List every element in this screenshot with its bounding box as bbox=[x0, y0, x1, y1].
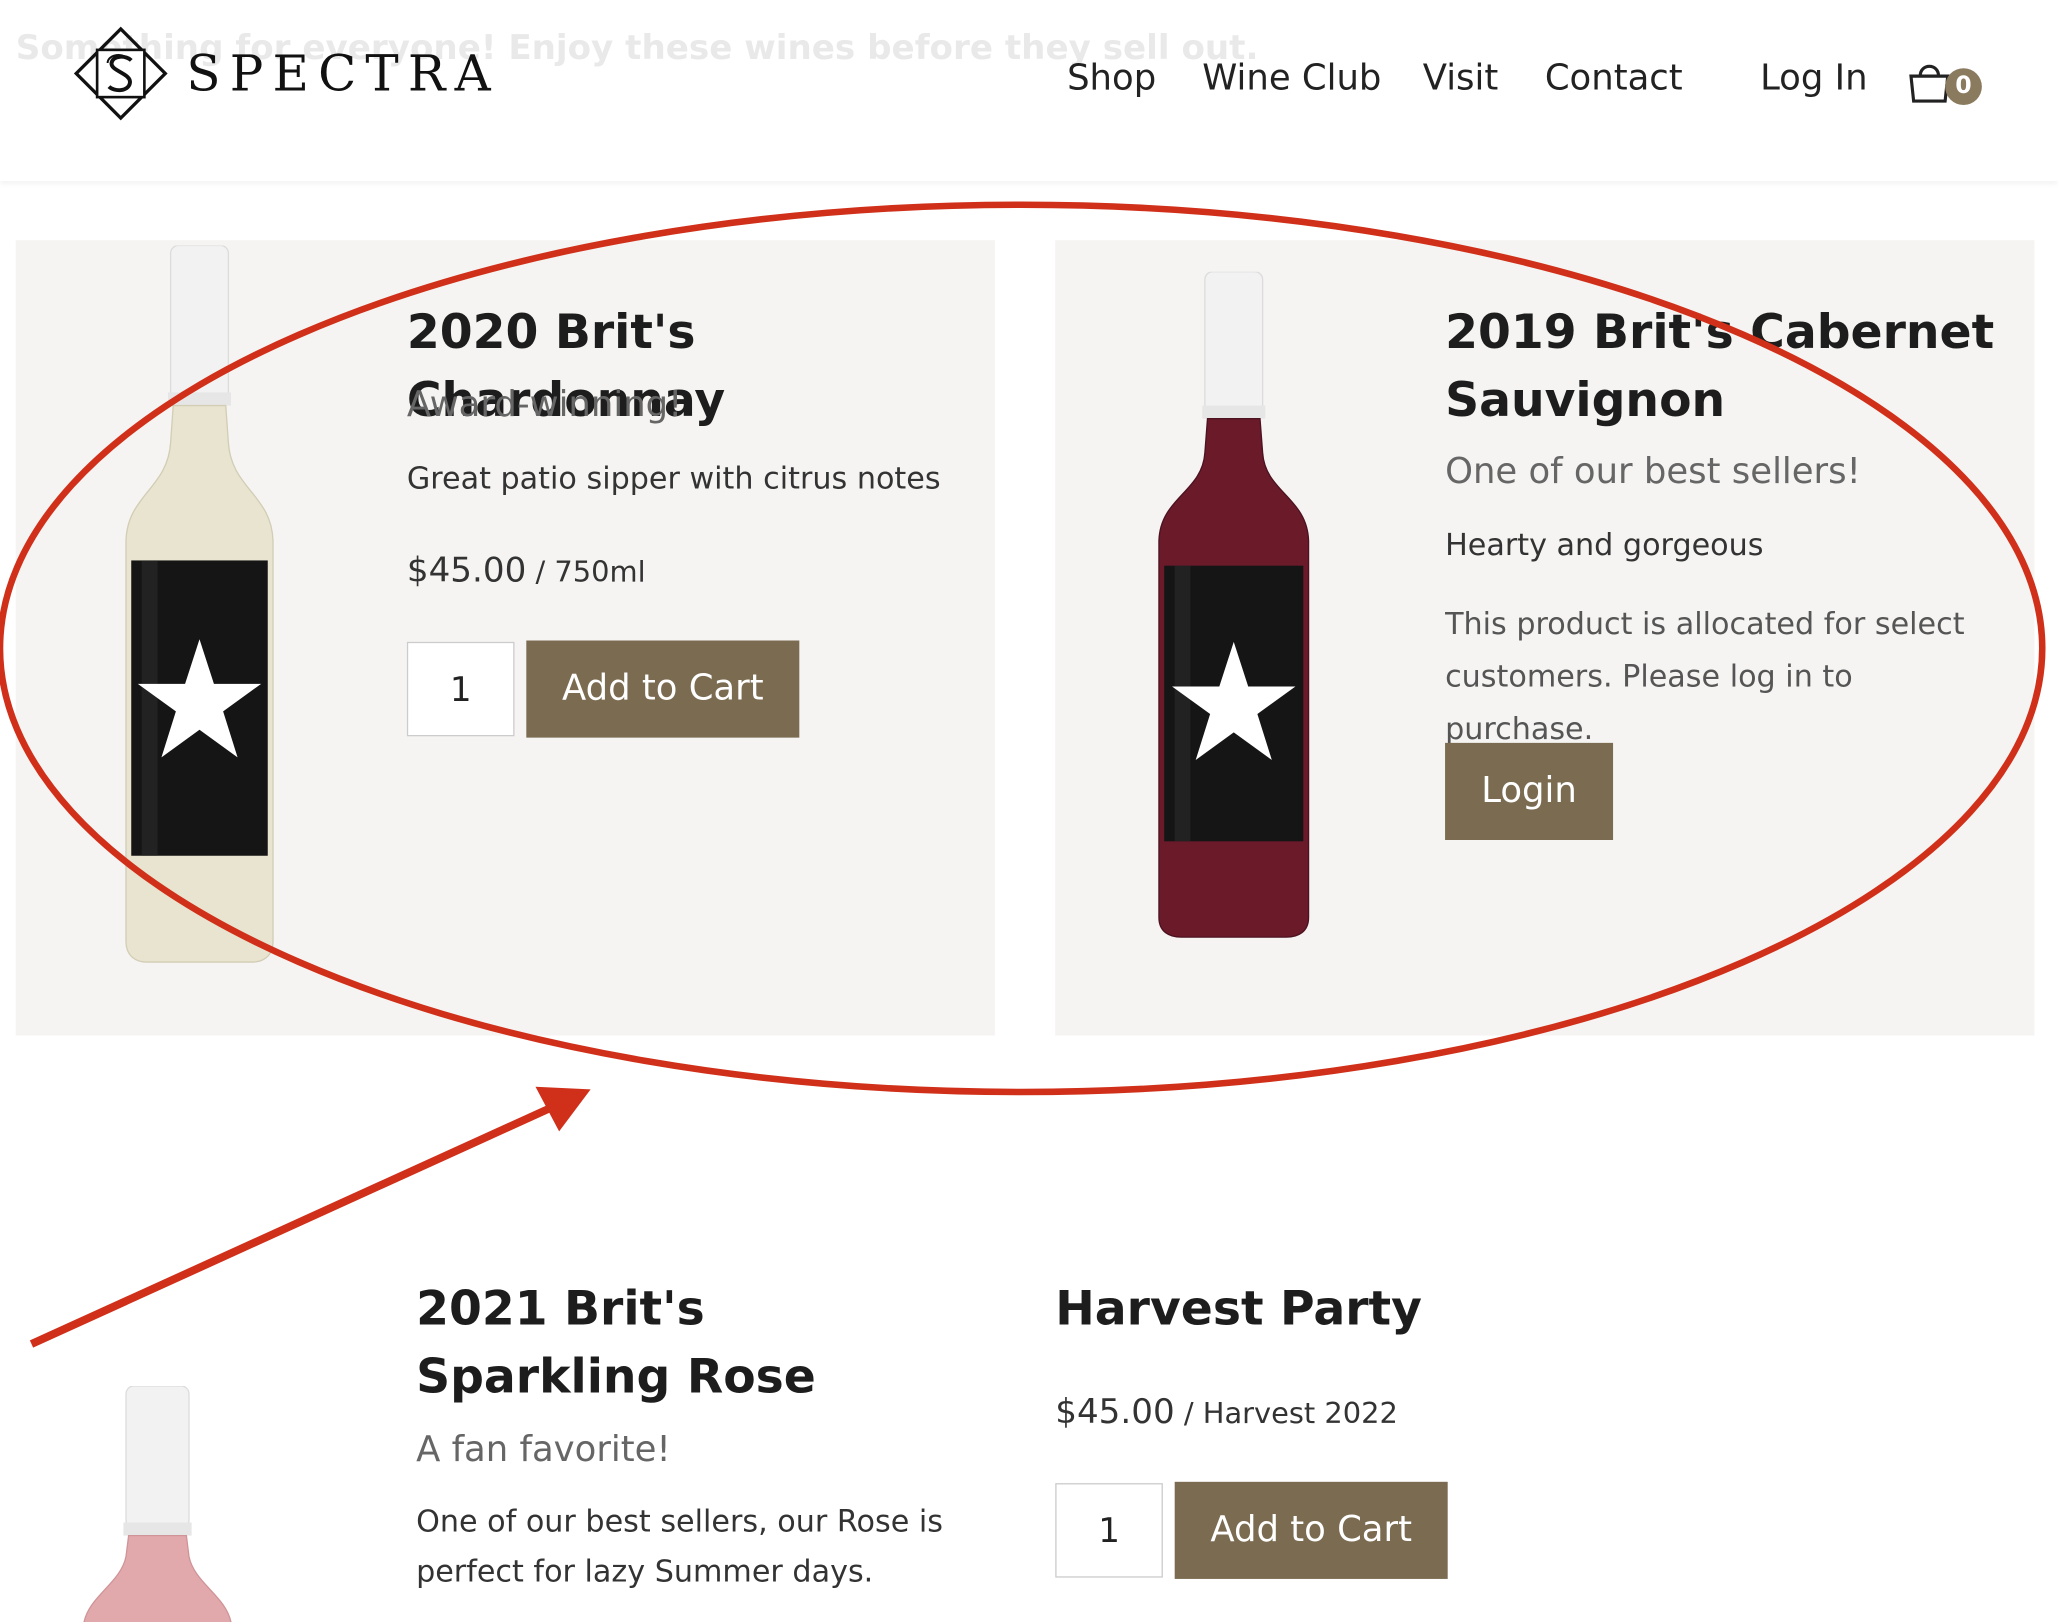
product-card-cabernet: 2019 Brit's Cabernet Sauvignon One of ou… bbox=[1055, 240, 2035, 1036]
product-title[interactable]: 2019 Brit's Cabernet Sauvignon bbox=[1445, 299, 2009, 436]
quantity-input[interactable]: 1 bbox=[1055, 1483, 1163, 1578]
arrow-head-icon bbox=[535, 1086, 591, 1132]
login-button[interactable]: Login bbox=[1445, 742, 1614, 840]
price-value: $45.00 bbox=[406, 551, 527, 591]
product-price: $45.00 / 750ml bbox=[407, 551, 646, 590]
product-price: $45.00 / Harvest 2022 bbox=[1055, 1393, 1398, 1432]
nav-login[interactable]: Log In bbox=[1760, 58, 1867, 99]
nav-visit[interactable]: Visit bbox=[1423, 58, 1499, 99]
wine-bottle-image bbox=[1158, 271, 1310, 938]
product-title[interactable]: 2021 Brit's Sparkling Rose bbox=[416, 1276, 967, 1413]
nav-wine-club[interactable]: Wine Club bbox=[1202, 58, 1381, 99]
allocation-notice: This product is allocated for select cus… bbox=[1445, 607, 1965, 747]
product-tagline: A fan favorite! bbox=[416, 1429, 671, 1470]
price-value: $45.00 bbox=[1055, 1392, 1175, 1432]
cart-count-badge: 0 bbox=[1945, 68, 1982, 105]
product-description: Great patio sipper with citrus notes bbox=[406, 462, 941, 497]
wine-bottle-image bbox=[83, 1386, 232, 1622]
nav-shop[interactable]: Shop bbox=[1067, 58, 1156, 99]
quantity-input[interactable]: 1 bbox=[406, 641, 515, 737]
product-card-chardonnay: 2020 Brit's Chardonnay Award-winning! Gr… bbox=[15, 240, 995, 1036]
add-to-cart-button[interactable]: Add to Cart bbox=[526, 640, 800, 738]
bottle-body-rose bbox=[83, 1534, 232, 1622]
page: Something for everyone! Enjoy these wine… bbox=[0, 0, 2058, 1622]
product-tagline: Award-winning! bbox=[406, 384, 683, 426]
site-header: Something for everyone! Enjoy these wine… bbox=[0, 0, 2058, 182]
nav-contact[interactable]: Contact bbox=[1545, 58, 1683, 99]
product-tagline: One of our best sellers! bbox=[1445, 451, 1861, 493]
price-unit: / Harvest 2022 bbox=[1174, 1397, 1398, 1431]
price-unit: / 750ml bbox=[526, 556, 646, 590]
product-description: Hearty and gorgeous bbox=[1445, 528, 1764, 564]
add-to-cart-button[interactable]: Add to Cart bbox=[1174, 1481, 1448, 1579]
product-description: One of our best sellers, our Rose is per… bbox=[416, 1505, 944, 1590]
cart-button[interactable]: 0 bbox=[1906, 58, 1985, 111]
wine-bottle-image bbox=[125, 245, 274, 963]
product-title[interactable]: Harvest Party bbox=[1055, 1276, 1606, 1344]
main-nav: Shop Wine Club Visit Contact Log In bbox=[0, 58, 2058, 111]
